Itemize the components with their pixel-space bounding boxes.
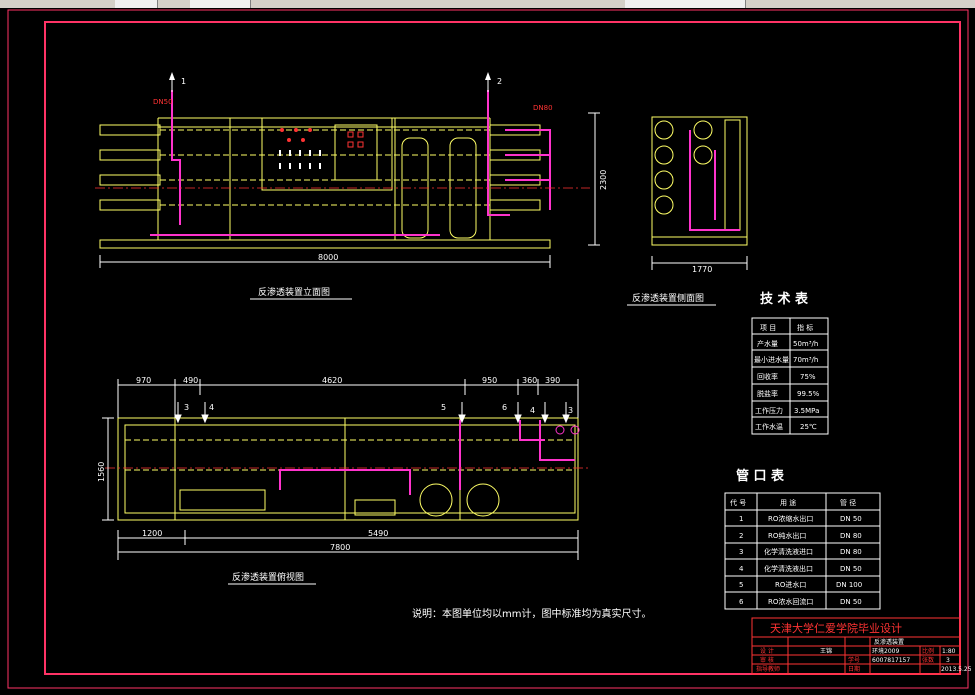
pipe-size-left: DN50 bbox=[153, 98, 173, 106]
title-block-sheets: 3 bbox=[946, 657, 950, 664]
tech-header-item: 项 目 bbox=[760, 324, 776, 332]
plan-nozzle-4b: 4 bbox=[530, 406, 535, 415]
nozzle-row-use: 化学清洗液进口 bbox=[764, 547, 813, 556]
plan-nozzle-5: 5 bbox=[441, 403, 446, 412]
plan-bottom-dim-1: 1200 bbox=[142, 529, 162, 538]
nozzle-row-use: RO浓缩水出口 bbox=[768, 514, 813, 523]
nozzle-table-title: 管 口 表 bbox=[736, 468, 785, 484]
elevation-title: 反渗透装置立面图 bbox=[258, 286, 330, 298]
nozzle-row-size: DN 80 bbox=[840, 532, 862, 540]
nozzle-row-code: 3 bbox=[739, 548, 743, 556]
side-width-dim: 1770 bbox=[692, 265, 712, 274]
pipe-size-right: DN80 bbox=[533, 104, 553, 112]
plan-overall-dim: 7800 bbox=[330, 543, 350, 552]
nozzle-header-use: 用 途 bbox=[780, 498, 796, 507]
title-block-scale-label: 比例 bbox=[922, 647, 934, 655]
side-view bbox=[651, 116, 748, 270]
tech-row-value: 50m³/h bbox=[793, 340, 818, 348]
nozzle-label-2: 2 bbox=[497, 77, 502, 86]
nozzle-row-use: RO进水口 bbox=[775, 580, 806, 589]
tech-row-value: 75% bbox=[800, 373, 816, 381]
plan-view-title: 反渗透装置俯视图 bbox=[232, 571, 304, 583]
drawing-svg: 1 2 DN50 DN80 8000 2300 反渗透装置立面图 1770 反渗… bbox=[7, 9, 972, 689]
tech-table-title: 技 术 表 bbox=[760, 291, 809, 307]
nozzle-row-size: DN 50 bbox=[840, 515, 862, 523]
plan-top-dim-6: 390 bbox=[545, 376, 560, 385]
title-block-school: 天津大学仁爱学院毕业设计 bbox=[770, 621, 902, 635]
plan-nozzle-4a: 4 bbox=[209, 403, 214, 412]
title-block-drawing-name: 反渗透装置 bbox=[874, 638, 904, 646]
title-block-date-label: 日期 bbox=[848, 665, 860, 673]
title-block-review-label: 审 核 bbox=[760, 656, 774, 664]
tech-row-label: 最小进水量 bbox=[754, 355, 789, 364]
tech-row-label: 脱盐率 bbox=[757, 389, 778, 398]
nozzle-row-use: RO浓水回流口 bbox=[768, 597, 813, 606]
drawing-note: 说明：本图单位均以mm计，图中标准均为真实尺寸。 bbox=[412, 607, 651, 620]
nozzle-row-code: 5 bbox=[739, 581, 743, 589]
title-block-sheets-label: 张数 bbox=[922, 656, 934, 664]
nozzle-header-size: 管 径 bbox=[840, 498, 856, 507]
elevation-height-dim: 2300 bbox=[599, 170, 608, 190]
tech-header-value: 指 标 bbox=[797, 323, 813, 332]
tech-row-label: 回收率 bbox=[757, 372, 778, 381]
plan-top-dim-2: 490 bbox=[183, 376, 198, 385]
nozzle-row-code: 4 bbox=[739, 565, 744, 573]
nozzle-row-code: 6 bbox=[739, 598, 744, 606]
plan-top-dim-5: 360 bbox=[522, 376, 537, 385]
title-block-date: 2013.5.25 bbox=[941, 666, 972, 673]
tech-row-value: 3.5MPa bbox=[794, 407, 819, 415]
plan-top-dim-3: 4620 bbox=[322, 376, 342, 385]
plan-top-dim-4: 950 bbox=[482, 376, 497, 385]
title-block-id-label: 学号 bbox=[848, 656, 860, 664]
title-block-scale: 1:80 bbox=[942, 648, 956, 655]
plan-nozzle-3b: 3 bbox=[568, 406, 573, 415]
title-block-design-label: 设 计 bbox=[760, 647, 774, 655]
nozzle-header-code: 代 号 bbox=[730, 498, 746, 507]
title-block-class: 环境2009 bbox=[872, 647, 899, 655]
elevation-length-dim: 8000 bbox=[318, 253, 338, 262]
plan-top-dim-1: 970 bbox=[136, 376, 151, 385]
nozzle-label-1: 1 bbox=[181, 77, 186, 86]
title-block-student-id: 6007817157 bbox=[872, 657, 910, 664]
nozzle-row-code: 2 bbox=[739, 532, 743, 540]
nozzle-row-use: 化学清洗液出口 bbox=[764, 564, 813, 573]
nozzle-row-use: RO纯水出口 bbox=[768, 531, 806, 540]
cad-drawing-canvas[interactable]: 1 2 DN50 DN80 8000 2300 反渗透装置立面图 1770 反渗… bbox=[0, 0, 975, 695]
nozzle-row-code: 1 bbox=[739, 515, 743, 523]
nozzle-row-size: DN 50 bbox=[840, 565, 862, 573]
plan-bottom-dim-2: 5490 bbox=[368, 529, 388, 538]
title-block-designer: 王锦 bbox=[820, 647, 832, 655]
plan-view bbox=[102, 379, 590, 560]
plan-side-dim: 1560 bbox=[97, 462, 106, 482]
nozzle-row-size: DN 50 bbox=[840, 598, 862, 606]
tech-row-value: 99.5% bbox=[797, 390, 820, 398]
tech-row-label: 工作压力 bbox=[755, 406, 783, 415]
plan-nozzle-3a: 3 bbox=[184, 403, 189, 412]
tech-row-label: 工作水温 bbox=[755, 422, 783, 431]
tech-row-value: 25℃ bbox=[800, 423, 817, 431]
tech-row-value: 70m³/h bbox=[793, 356, 818, 364]
nozzle-row-size: DN 100 bbox=[836, 581, 862, 589]
nozzle-row-size: DN 80 bbox=[840, 548, 862, 556]
title-block-advisor-label: 指导教师 bbox=[756, 665, 780, 673]
side-view-title: 反渗透装置侧面图 bbox=[632, 292, 704, 304]
plan-nozzle-6: 6 bbox=[502, 403, 507, 412]
tech-row-label: 产水量 bbox=[757, 339, 778, 348]
